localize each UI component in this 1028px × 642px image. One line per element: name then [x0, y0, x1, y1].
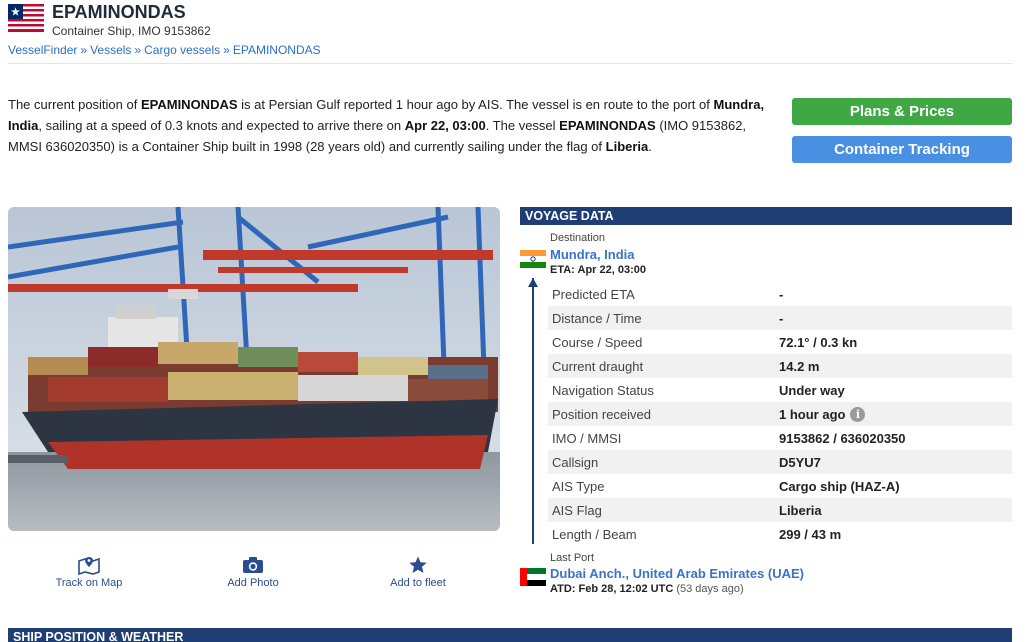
intro-vessel-name: EPAMINONDAS	[140, 97, 238, 112]
row-label: Length / Beam	[552, 526, 637, 542]
intro-vessel-name: EPAMINONDAS	[559, 118, 656, 133]
track-on-map-action[interactable]: Track on Map	[29, 555, 149, 589]
destination-label: Destination	[550, 232, 606, 244]
last-port-link[interactable]: Dubai Anch., United Arab Emirates (UAE)	[550, 566, 804, 581]
add-to-fleet-action[interactable]: Add to fleet	[358, 555, 478, 589]
atd-ago: (53 days ago)	[676, 583, 744, 595]
row-label: AIS Flag	[552, 502, 602, 518]
add-to-fleet-label: Add to fleet	[390, 577, 446, 589]
row-label: Course / Speed	[552, 334, 643, 350]
add-photo-label: Add Photo	[227, 577, 279, 589]
vessel-photo	[8, 207, 500, 531]
vessel-description: The current position of EPAMINONDAS is a…	[8, 94, 770, 157]
row-value: D5YU7	[779, 454, 821, 470]
table-row: Navigation Status Under way	[548, 378, 1012, 402]
atd-time: ATD: Feb 28, 12:02 UTC	[550, 583, 674, 595]
row-label: Position received	[552, 406, 651, 422]
breadcrumb-current[interactable]: EPAMINONDAS	[233, 43, 321, 57]
breadcrumb: VesselFinder» Vessels» Cargo vessels» EPAMI…	[8, 43, 321, 57]
row-value: -	[779, 286, 784, 302]
table-row: IMO / MMSI 9153862 / 636020350	[548, 426, 1012, 450]
row-value: 1 hour ago	[779, 406, 846, 422]
map-pin-icon	[78, 557, 100, 575]
row-value: Liberia	[779, 502, 822, 518]
table-row: AIS Flag Liberia	[548, 498, 1012, 522]
row-label: AIS Type	[552, 478, 605, 494]
ship-position-weather-header: SHIP POSITION & WEATHER	[8, 628, 1012, 642]
voyage-data-header: VOYAGE DATA	[520, 207, 1012, 225]
row-label: Distance / Time	[552, 310, 642, 326]
intro-text: . The vessel	[485, 118, 560, 133]
breadcrumb-cargo-vessels[interactable]: Cargo vessels	[144, 43, 220, 57]
row-label: Predicted ETA	[552, 286, 635, 302]
row-value: Cargo ship (HAZ-A)	[779, 478, 900, 494]
intro-flag: Liberia	[605, 139, 649, 154]
breadcrumb-sep: »	[134, 43, 142, 57]
table-row: Course / Speed 72.1° / 0.3 kn	[548, 330, 1012, 354]
row-value: Under way	[779, 382, 845, 398]
row-value: 72.1° / 0.3 kn	[779, 334, 858, 350]
row-value: 299 / 43 m	[779, 526, 842, 542]
row-value: -	[779, 310, 784, 326]
row-label: Current draught	[552, 358, 644, 374]
table-row: Distance / Time -	[548, 306, 1012, 330]
row-value: 14.2 m	[779, 358, 820, 374]
star-icon	[409, 556, 427, 573]
table-row: AIS Type Cargo ship (HAZ-A)	[548, 474, 1012, 498]
row-label: Navigation Status	[552, 382, 654, 398]
route-line	[532, 278, 534, 544]
table-row: Position received 1 hour ago i	[548, 402, 1012, 426]
table-row: Current draught 14.2 m	[548, 354, 1012, 378]
intro-text: , sailing at a speed of 0.3 knots and ex…	[38, 118, 405, 133]
breadcrumb-sep: »	[80, 43, 88, 57]
table-row: Length / Beam 299 / 43 m	[548, 522, 1012, 546]
uae-flag-icon	[520, 568, 546, 586]
liberia-flag-icon	[8, 4, 44, 32]
eta-value: ETA: Apr 22, 03:00	[550, 264, 646, 276]
container-tracking-button[interactable]: Container Tracking	[792, 136, 1012, 163]
vessel-name: EPAMINONDAS	[52, 2, 186, 22]
intro-text: .	[648, 139, 652, 154]
row-value: 9153862 / 636020350	[779, 430, 906, 446]
india-flag-icon	[520, 250, 546, 268]
intro-eta: Apr 22, 03:00	[404, 118, 486, 133]
divider	[8, 63, 1012, 64]
row-value-wrap: 1 hour ago i	[779, 406, 866, 422]
table-row: Callsign D5YU7	[548, 450, 1012, 474]
vessel-subtitle: Container Ship, IMO 9153862	[52, 24, 211, 38]
voyage-data-table: Predicted ETA - Distance / Time - Course /…	[548, 282, 1012, 546]
destination-link[interactable]: Mundra, India	[550, 247, 635, 262]
intro-text: The current position of	[8, 97, 141, 112]
breadcrumb-vessels[interactable]: Vessels	[90, 43, 131, 57]
row-label: IMO / MMSI	[552, 430, 622, 446]
table-row: Predicted ETA -	[548, 282, 1012, 306]
breadcrumb-vesselfinder[interactable]: VesselFinder	[8, 43, 77, 57]
plans-prices-button[interactable]: Plans & Prices	[792, 98, 1012, 125]
camera-icon	[243, 557, 263, 573]
add-photo-action[interactable]: Add Photo	[193, 555, 313, 589]
track-on-map-label: Track on Map	[55, 577, 123, 589]
intro-text: is at Persian Gulf reported 1 hour ago b…	[237, 97, 714, 112]
atd-value: ATD: Feb 28, 12:02 UTC (53 days ago)	[550, 583, 744, 595]
breadcrumb-sep: »	[223, 43, 230, 57]
row-label: Callsign	[552, 454, 599, 470]
photo-actions: Track on Map Add Photo Add to fleet	[8, 555, 500, 595]
info-icon[interactable]: i	[850, 406, 866, 422]
last-port-label: Last Port	[550, 552, 595, 564]
